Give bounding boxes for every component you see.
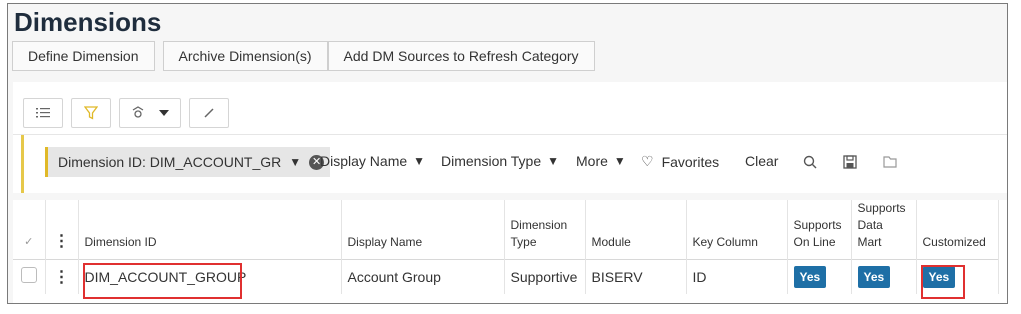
folder-icon [883,156,897,168]
chevron-down-icon [159,110,169,116]
row-checkbox[interactable] [20,267,37,284]
archive-dimensions-button[interactable]: Archive Dimension(s) [162,41,328,71]
cell-supports-data-mart: Yes [851,259,917,294]
display-name-filter[interactable]: Display Name ▼ [320,153,425,169]
filter-field-label: More [576,153,608,169]
save-search-button[interactable] [843,155,857,169]
dimensions-grid: ✓ ⋮ Dimension ID Display Name Dimension … [13,200,1007,303]
edit-button[interactable] [189,98,229,128]
highlight-box-dimension-id [83,263,242,299]
filter-icon [84,106,98,120]
status-badge: Yes [793,265,827,288]
filter-chip-label: Dimension ID: DIM_ACCOUNT_GR [58,154,282,170]
cell-key-column: ID [686,259,788,294]
filter-accent-line [21,135,24,193]
table-header-row: ✓ ⋮ Dimension ID Display Name Dimension … [13,200,999,260]
search-button[interactable] [803,155,817,169]
kebab-icon: ⋮ [53,233,70,250]
filter-bar: Dimension ID: DIM_ACCOUNT_GR ▼ ✕ Display… [13,134,1007,193]
check-icon: ✓ [24,236,34,248]
highlight-box-customized [921,265,965,299]
search-icon [803,155,817,169]
column-header-key-column[interactable]: Key Column [686,200,788,260]
column-header-module[interactable]: Module [585,200,687,260]
grid-toolbar [13,82,1007,134]
settings-view-icon [132,106,144,118]
edit-icon [204,108,214,118]
chevron-down-icon: ▼ [547,154,560,168]
more-filter[interactable]: More ▼ [576,153,626,169]
column-header-dimension-type[interactable]: Dimension Type [504,200,586,260]
kebab-icon[interactable]: ⋮ [54,269,70,286]
row-menu-header: ⋮ [45,200,79,260]
filter-field-label: Dimension Type [441,153,542,169]
define-dimension-button[interactable]: Define Dimension [12,41,155,71]
open-search-button[interactable] [883,156,899,168]
row-select-cell[interactable] [13,259,46,294]
cell-module: BISERV [585,259,687,294]
column-header-dimension-id[interactable]: Dimension ID [78,200,342,260]
filter-button[interactable] [71,98,111,128]
chevron-down-icon[interactable]: ▼ [289,155,301,169]
add-dm-sources-button[interactable]: Add DM Sources to Refresh Category [327,41,595,71]
row-menu-cell[interactable]: ⋮ [45,259,79,294]
view-settings-button[interactable] [119,98,181,128]
status-badge: Yes [857,265,891,288]
filter-field-label: Display Name [320,153,408,169]
chevron-down-icon: ▼ [413,154,426,168]
clear-button[interactable]: Clear [745,153,778,169]
cell-dimension-type: Supportive [504,259,586,294]
details-view-button[interactable] [23,98,63,128]
select-all-header[interactable]: ✓ [13,200,46,260]
chevron-down-icon: ▼ [613,154,626,168]
command-bar: Define Dimension Archive Dimension(s) Ad… [12,41,595,71]
cell-display-name: Account Group [341,259,505,294]
column-header-supports-on-line[interactable]: Supports On Line [787,200,852,260]
dimensions-page: Dimensions Define Dimension Archive Dime… [7,3,1008,304]
list-details-icon [36,108,50,118]
dimension-type-filter[interactable]: Dimension Type ▼ [441,153,559,169]
save-icon [843,155,857,169]
column-header-supports-data-mart[interactable]: Supports Data Mart [851,200,917,260]
dimension-id-filter-chip[interactable]: Dimension ID: DIM_ACCOUNT_GR ▼ ✕ [45,147,331,177]
column-header-customized[interactable]: Customized [916,200,999,260]
cell-supports-on-line: Yes [787,259,852,294]
heart-icon: ♡ [641,153,654,169]
favorites-label: Favorites [661,153,720,170]
column-header-display-name[interactable]: Display Name [341,200,505,260]
page-title: Dimensions [14,7,162,37]
favorites-button[interactable]: ♡ Favorites [641,153,719,170]
